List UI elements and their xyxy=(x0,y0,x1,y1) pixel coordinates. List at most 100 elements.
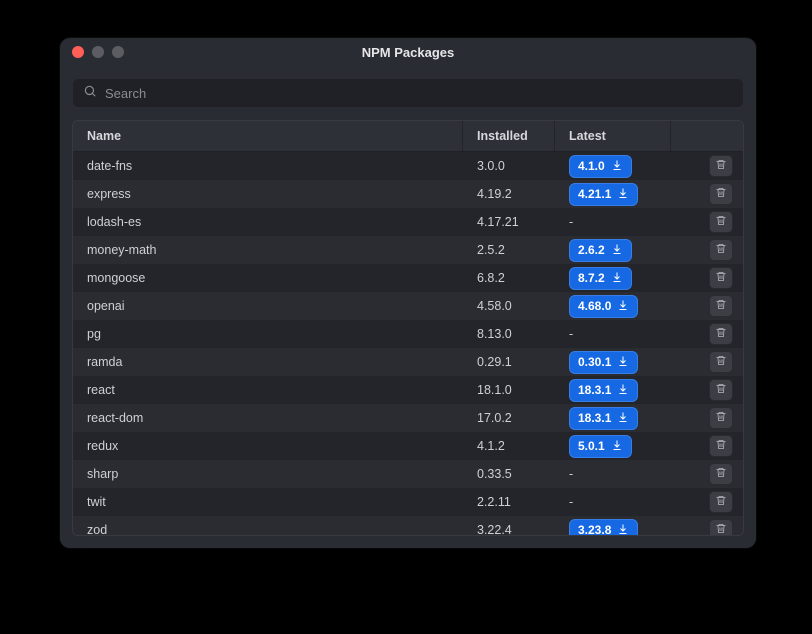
update-button[interactable]: 4.68.0 xyxy=(569,295,638,318)
delete-button[interactable] xyxy=(709,463,733,485)
trash-icon xyxy=(715,354,727,370)
update-button[interactable]: 3.23.8 xyxy=(569,519,638,536)
search-icon xyxy=(83,84,97,103)
update-button[interactable]: 18.3.1 xyxy=(569,407,638,430)
update-button[interactable]: 4.21.1 xyxy=(569,183,638,206)
download-icon xyxy=(617,187,629,202)
delete-button[interactable] xyxy=(709,267,733,289)
table-row[interactable]: sharp0.33.5- xyxy=(73,460,743,488)
table-row[interactable]: money-math2.5.22.6.2 xyxy=(73,236,743,264)
table-row[interactable]: openai4.58.04.68.0 xyxy=(73,292,743,320)
actions-cell xyxy=(671,152,743,180)
maximize-window-button[interactable] xyxy=(112,46,124,58)
latest-version-cell: 2.6.2 xyxy=(555,236,671,264)
latest-version-label: 2.6.2 xyxy=(578,243,605,257)
installed-version: 4.19.2 xyxy=(463,180,555,208)
table-row[interactable]: react-dom17.0.218.3.1 xyxy=(73,404,743,432)
delete-button[interactable] xyxy=(709,407,733,429)
delete-button[interactable] xyxy=(709,295,733,317)
package-name: mongoose xyxy=(73,264,463,292)
column-header-installed[interactable]: Installed xyxy=(463,121,555,151)
trash-icon xyxy=(715,270,727,286)
trash-icon xyxy=(715,466,727,482)
table-row[interactable]: mongoose6.8.28.7.2 xyxy=(73,264,743,292)
delete-button[interactable] xyxy=(709,239,733,261)
package-name: pg xyxy=(73,320,463,348)
table-row[interactable]: lodash-es4.17.21- xyxy=(73,208,743,236)
installed-version: 8.13.0 xyxy=(463,320,555,348)
close-window-button[interactable] xyxy=(72,46,84,58)
table-body[interactable]: date-fns3.0.04.1.0express4.19.24.21.1lod… xyxy=(73,152,743,535)
package-name: react xyxy=(73,376,463,404)
package-name: zod xyxy=(73,516,463,535)
package-name: money-math xyxy=(73,236,463,264)
package-name: twit xyxy=(73,488,463,516)
installed-version: 4.1.2 xyxy=(463,432,555,460)
latest-version-cell: 5.0.1 xyxy=(555,432,671,460)
table-row[interactable]: pg8.13.0- xyxy=(73,320,743,348)
download-icon xyxy=(611,243,623,258)
trash-icon xyxy=(715,158,727,174)
actions-cell xyxy=(671,488,743,516)
package-name: date-fns xyxy=(73,152,463,180)
trash-icon xyxy=(715,214,727,230)
update-button[interactable]: 8.7.2 xyxy=(569,267,632,290)
column-header-name[interactable]: Name xyxy=(73,121,463,151)
column-header-actions xyxy=(671,121,743,151)
latest-version-cell: 0.30.1 xyxy=(555,348,671,376)
actions-cell xyxy=(671,516,743,535)
latest-version-cell: 8.7.2 xyxy=(555,264,671,292)
installed-version: 18.1.0 xyxy=(463,376,555,404)
actions-cell xyxy=(671,432,743,460)
installed-version: 3.22.4 xyxy=(463,516,555,535)
delete-button[interactable] xyxy=(709,211,733,233)
delete-button[interactable] xyxy=(709,491,733,513)
delete-button[interactable] xyxy=(709,323,733,345)
table-header: Name Installed Latest xyxy=(73,121,743,152)
minimize-window-button[interactable] xyxy=(92,46,104,58)
table-row[interactable]: date-fns3.0.0 4.1.0 xyxy=(73,152,743,180)
search-field[interactable] xyxy=(72,78,744,108)
update-button[interactable]: 4.1.0 xyxy=(569,155,632,178)
update-button[interactable]: 0.30.1 xyxy=(569,351,638,374)
column-header-latest[interactable]: Latest xyxy=(555,121,671,151)
update-button[interactable]: 18.3.1 xyxy=(569,379,638,402)
table-row[interactable]: twit2.2.11- xyxy=(73,488,743,516)
table-row[interactable]: ramda0.29.10.30.1 xyxy=(73,348,743,376)
package-name: lodash-es xyxy=(73,208,463,236)
delete-button[interactable] xyxy=(709,379,733,401)
update-button[interactable]: 5.0.1 xyxy=(569,435,632,458)
latest-version-label: 5.0.1 xyxy=(578,439,605,453)
trash-icon xyxy=(715,382,727,398)
table-row[interactable]: redux4.1.25.0.1 xyxy=(73,432,743,460)
delete-button[interactable] xyxy=(709,435,733,457)
table-row[interactable]: zod3.22.4 3.23.8 xyxy=(73,516,743,535)
latest-version-cell: - xyxy=(555,320,671,348)
trash-icon xyxy=(715,186,727,202)
update-button[interactable]: 2.6.2 xyxy=(569,239,632,262)
actions-cell xyxy=(671,404,743,432)
delete-button[interactable] xyxy=(709,351,733,373)
delete-button[interactable] xyxy=(709,183,733,205)
download-icon xyxy=(611,439,623,454)
latest-version-label: 4.68.0 xyxy=(578,299,611,313)
download-icon xyxy=(617,299,629,314)
installed-version: 3.0.0 xyxy=(463,152,555,180)
table-row[interactable]: react18.1.0 18.3.1 xyxy=(73,376,743,404)
actions-cell xyxy=(671,292,743,320)
actions-cell xyxy=(671,236,743,264)
delete-button[interactable] xyxy=(709,155,733,177)
installed-version: 4.17.21 xyxy=(463,208,555,236)
download-icon xyxy=(617,355,629,370)
installed-version: 0.29.1 xyxy=(463,348,555,376)
installed-version: 4.58.0 xyxy=(463,292,555,320)
search-input[interactable] xyxy=(105,86,733,101)
installed-version: 17.0.2 xyxy=(463,404,555,432)
trash-icon xyxy=(715,494,727,510)
table-row[interactable]: express4.19.24.21.1 xyxy=(73,180,743,208)
window-controls xyxy=(72,46,124,58)
actions-cell xyxy=(671,208,743,236)
delete-button[interactable] xyxy=(709,519,733,535)
trash-icon xyxy=(715,326,727,342)
download-icon xyxy=(611,271,623,286)
